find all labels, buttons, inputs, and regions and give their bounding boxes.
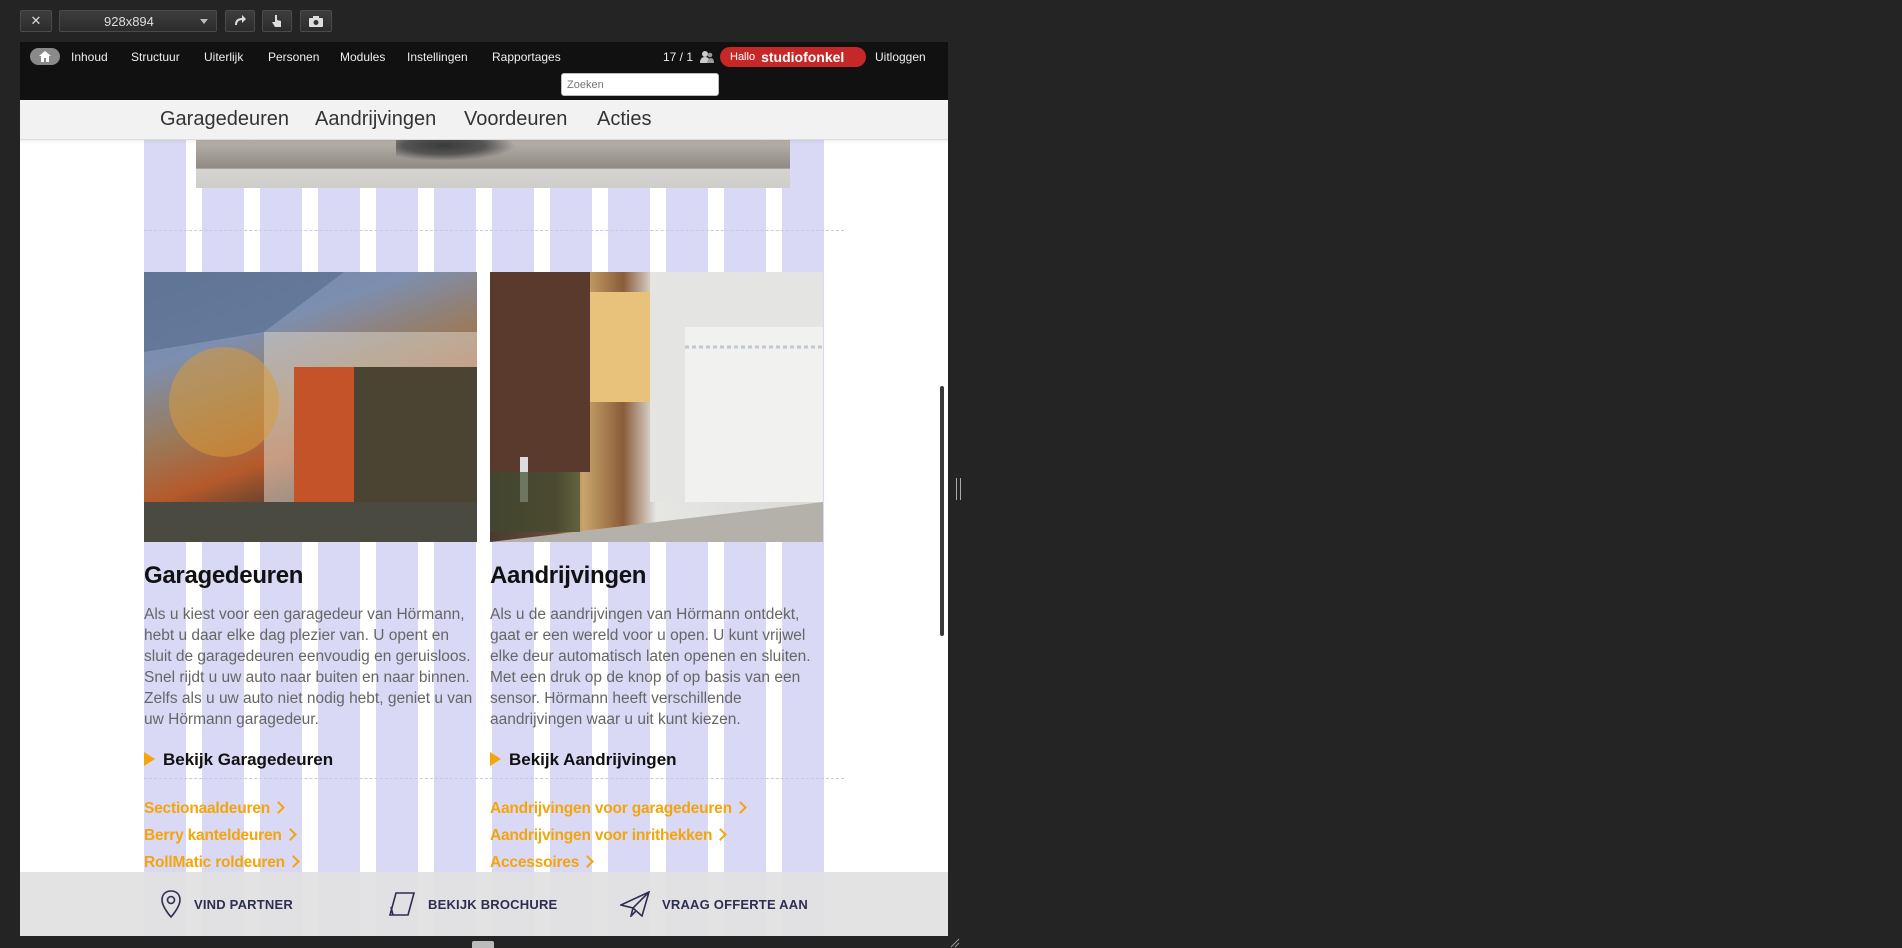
brochure-icon [388,892,416,916]
users-icon [700,51,714,63]
chevron-right-icon [714,828,728,841]
username-label: studiofonkel [761,49,845,65]
greeting-label: Hallo [730,51,756,63]
link-accessoires[interactable]: Accessoires [490,854,595,872]
admin-nav-modules[interactable]: Modules [340,50,385,64]
footer-label: BEKIJK BROCHURE [428,896,558,912]
close-button[interactable]: ✕ [20,10,52,32]
footer-action-bar: VIND PARTNER BEKIJK BROCHURE VRAAG OFFER… [20,872,948,936]
vraag-offerte-button[interactable]: VRAAG OFFERTE AAN [620,872,808,936]
admin-nav-rapportages[interactable]: Rapportages [492,50,561,64]
user-counter: 17 / 1 [663,50,694,64]
bekijk-brochure-button[interactable]: BEKIJK BROCHURE [388,872,557,936]
home-icon [39,51,51,62]
admin-nav-uiterlijk[interactable]: Uiterlijk [204,50,243,64]
footer-label: VRAAG OFFERTE AAN [662,896,808,912]
link-rollmatic-roldeuren[interactable]: RollMatic roldeuren [144,854,300,872]
resize-corner-icon[interactable] [950,938,960,948]
home-button[interactable] [30,48,60,65]
bottom-drawer-tab[interactable] [472,941,494,948]
play-arrow-icon [490,752,501,766]
section-text-aandrijvingen: Als u de aandrijvingen van Hörmann ontde… [490,606,811,728]
site-navigation: Garagedeuren Aandrijvingen Voordeuren Ac… [20,100,948,140]
hero-image [196,139,790,188]
section-text-garagedeuren: Als u kiest voor een garagedeur van Hörm… [144,606,473,728]
camera-icon [309,15,323,27]
link-sectionaaldeuren[interactable]: Sectionaaldeuren [144,800,285,818]
admin-nav-inhoud[interactable]: Inhoud [71,50,108,64]
search-input[interactable] [561,73,719,96]
admin-nav-structuur[interactable]: Structuur [131,50,180,64]
site-nav-acties[interactable]: Acties [597,108,651,131]
chevron-right-icon [733,801,747,814]
rotate-icon [235,15,246,25]
cta-bekijk-garagedeuren[interactable]: Bekijk Garagedeuren [144,750,333,770]
viewport-size-label: 928x894 [104,13,154,29]
cta-label: Bekijk Garagedeuren [163,750,334,769]
link-aandrijvingen-inrithekken[interactable]: Aandrijvingen voor inrithekken [490,827,728,845]
link-aandrijvingen-garagedeuren[interactable]: Aandrijvingen voor garagedeuren [490,800,747,818]
cta-bekijk-aandrijvingen[interactable]: Bekijk Aandrijvingen [490,750,677,770]
site-nav-aandrijvingen[interactable]: Aandrijvingen [315,108,436,131]
site-nav-garagedeuren[interactable]: Garagedeuren [160,108,289,131]
chevron-right-icon [287,855,300,868]
chevron-right-icon [581,855,595,868]
cta-label: Bekijk Aandrijvingen [509,750,677,769]
user-greeting-badge[interactable]: Hallo studiofonkel [720,47,866,67]
viewport-size-select[interactable]: 928x894 [59,10,217,32]
chevron-right-icon [272,801,285,814]
page-scrollbar[interactable] [940,386,944,636]
admin-toolbar: Inhoud Structuur Uiterlijk Personen Modu… [20,42,948,100]
location-pin-icon [161,890,181,918]
section-title-garagedeuren: Garagedeuren [144,562,304,589]
link-berry-kanteldeuren[interactable]: Berry kanteldeuren [144,827,297,845]
play-arrow-icon [144,752,155,766]
vind-partner-button[interactable]: VIND PARTNER [160,872,293,936]
garage-door-image[interactable] [144,272,477,542]
touch-icon [272,15,281,27]
logout-link[interactable]: Uitloggen [875,50,926,64]
admin-nav-personen[interactable]: Personen [268,50,319,64]
screenshot-button[interactable] [300,10,332,32]
site-nav-voordeuren[interactable]: Voordeuren [464,108,567,131]
touch-button[interactable] [262,10,292,32]
door-drive-image[interactable] [490,272,823,542]
admin-nav-instellingen[interactable]: Instellingen [407,50,468,64]
footer-label: VIND PARTNER [194,896,293,912]
rotate-button[interactable] [225,10,255,32]
viewport-frame: Inhoud Structuur Uiterlijk Personen Modu… [20,42,948,936]
paper-plane-icon [620,891,650,917]
resize-handle[interactable] [956,478,961,500]
section-title-aandrijvingen: Aandrijvingen [490,562,647,589]
chevron-down-icon [200,19,208,24]
chevron-right-icon [283,828,297,841]
